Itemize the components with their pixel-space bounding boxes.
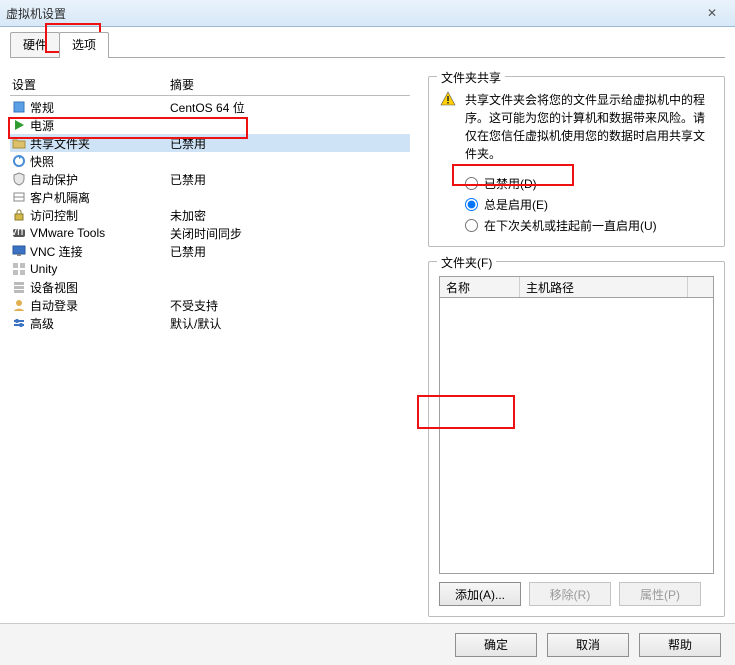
content-area: 设置 摘要 常规CentOS 64 位电源共享文件夹已禁用快照自动保护已禁用客户… [10,58,725,617]
isolation-icon [10,189,28,205]
folders-header: 名称 主机路径 [439,276,714,298]
settings-row-9[interactable]: Unity [10,260,410,278]
tab-strip: 硬件 选项 [10,35,725,58]
settings-row-summary: 已禁用 [170,171,410,188]
square-icon [10,99,28,115]
radio-disabled-input[interactable] [465,177,478,190]
add-folder-button[interactable]: 添加(A)... [439,582,521,606]
folder-sharing-group: 文件夹共享 共享文件夹会将您的文件显示给虚拟机中的程序。这可能为您的计算机和数据… [428,76,725,247]
svg-text:vm: vm [12,226,26,238]
sharing-warning-text: 共享文件夹会将您的文件显示给虚拟机中的程序。这可能为您的计算机和数据带来风险。请… [465,91,714,163]
advanced-icon [10,315,28,331]
radio-disabled[interactable]: 已禁用(D) [465,173,714,194]
snapshot-icon [10,153,28,169]
unity-icon [10,261,28,277]
settings-row-name: 自动保护 [30,171,78,188]
folders-button-row: 添加(A)... 移除(R) 属性(P) [439,582,714,606]
settings-row-summary: 不受支持 [170,297,410,314]
tab-hardware[interactable]: 硬件 [10,32,60,57]
right-pane: 文件夹共享 共享文件夹会将您的文件显示给虚拟机中的程序。这可能为您的计算机和数据… [428,76,725,617]
settings-row-7[interactable]: vm VMware Tools 关闭时间同步 [10,224,410,242]
shield-icon [10,171,28,187]
settings-row-summary: 已禁用 [170,135,410,152]
folders-header-name[interactable]: 名称 [440,277,520,297]
settings-row-name: 客户机隔离 [30,189,90,206]
folders-listbox[interactable] [439,298,714,574]
settings-row-summary: 关闭时间同步 [170,225,410,242]
settings-row-summary: 未加密 [170,207,410,224]
folder-properties-button: 属性(P) [619,582,701,606]
settings-row-10[interactable]: 设备视图 [10,278,410,296]
settings-row-0[interactable]: 常规 CentOS 64 位 [10,98,410,116]
folders-header-spacer [687,277,713,297]
remove-folder-button: 移除(R) [529,582,611,606]
header-setting: 设置 [10,76,170,93]
header-summary: 摘要 [170,76,410,93]
settings-row-1[interactable]: 电源 [10,116,410,134]
settings-row-2[interactable]: 共享文件夹 已禁用 [10,134,410,152]
sharing-warning-row: 共享文件夹会将您的文件显示给虚拟机中的程序。这可能为您的计算机和数据带来风险。请… [439,91,714,163]
settings-list-header: 设置 摘要 [10,76,410,96]
lock-icon [10,207,28,223]
client-area: 硬件 选项 设置 摘要 常规CentOS 64 位电源共享文件夹已禁用快照自动保… [0,27,735,665]
settings-row-name: 快照 [30,153,54,170]
window-title: 虚拟机设置 [6,5,66,22]
settings-row-3[interactable]: 快照 [10,152,410,170]
vnc-icon [10,243,28,259]
settings-row-8[interactable]: VNC 连接 已禁用 [10,242,410,260]
ok-button[interactable]: 确定 [455,633,537,657]
radio-disabled-label: 已禁用(D) [484,175,537,192]
folder-sharing-legend: 文件夹共享 [437,69,505,86]
settings-row-name: 自动登录 [30,297,78,314]
close-button[interactable]: ✕ [689,0,735,26]
folders-header-hostpath[interactable]: 主机路径 [520,277,687,297]
device-icon [10,279,28,295]
close-icon: ✕ [707,6,717,20]
radio-always-label: 总是启用(E) [484,196,548,213]
settings-row-11[interactable]: 自动登录 不受支持 [10,296,410,314]
power-icon [10,117,28,133]
vmtools-icon: vm [10,225,28,241]
sharing-radio-group: 已禁用(D) 总是启用(E) 在下次关机或挂起前一直启用(U) [439,173,714,236]
cancel-button[interactable]: 取消 [547,633,629,657]
settings-row-name: VMware Tools [30,226,105,240]
settings-row-name: 共享文件夹 [30,135,90,152]
settings-row-4[interactable]: 自动保护 已禁用 [10,170,410,188]
radio-always[interactable]: 总是启用(E) [465,194,714,215]
settings-row-6[interactable]: 访问控制 未加密 [10,206,410,224]
warning-icon [439,91,457,107]
folder-icon [10,135,28,151]
settings-row-summary: CentOS 64 位 [170,99,410,116]
settings-row-name: Unity [30,262,57,276]
settings-row-5[interactable]: 客户机隔离 [10,188,410,206]
radio-until-next-input[interactable] [465,219,478,232]
settings-row-summary: 默认/默认 [170,315,410,332]
autologin-icon [10,297,28,313]
settings-row-name: 访问控制 [30,207,78,224]
settings-row-name: VNC 连接 [30,243,83,260]
settings-row-name: 设备视图 [30,279,78,296]
settings-row-12[interactable]: 高级 默认/默认 [10,314,410,332]
dialog-footer: 确定 取消 帮助 [0,623,735,665]
radio-until-next-label: 在下次关机或挂起前一直启用(U) [484,217,657,234]
settings-row-summary: 已禁用 [170,243,410,260]
folders-legend: 文件夹(F) [437,254,496,271]
settings-list[interactable]: 常规CentOS 64 位电源共享文件夹已禁用快照自动保护已禁用客户机隔离访问控… [10,96,410,332]
radio-until-next[interactable]: 在下次关机或挂起前一直启用(U) [465,215,714,236]
settings-list-pane: 设置 摘要 常规CentOS 64 位电源共享文件夹已禁用快照自动保护已禁用客户… [10,76,410,617]
settings-row-name: 高级 [30,315,54,332]
tab-options[interactable]: 选项 [59,32,109,57]
radio-always-input[interactable] [465,198,478,211]
settings-row-name: 电源 [30,117,54,134]
help-button[interactable]: 帮助 [639,633,721,657]
settings-row-name: 常规 [30,99,54,116]
folders-group: 文件夹(F) 名称 主机路径 添加(A)... 移除(R) 属性(P) [428,261,725,617]
title-bar: 虚拟机设置 ✕ [0,0,735,27]
